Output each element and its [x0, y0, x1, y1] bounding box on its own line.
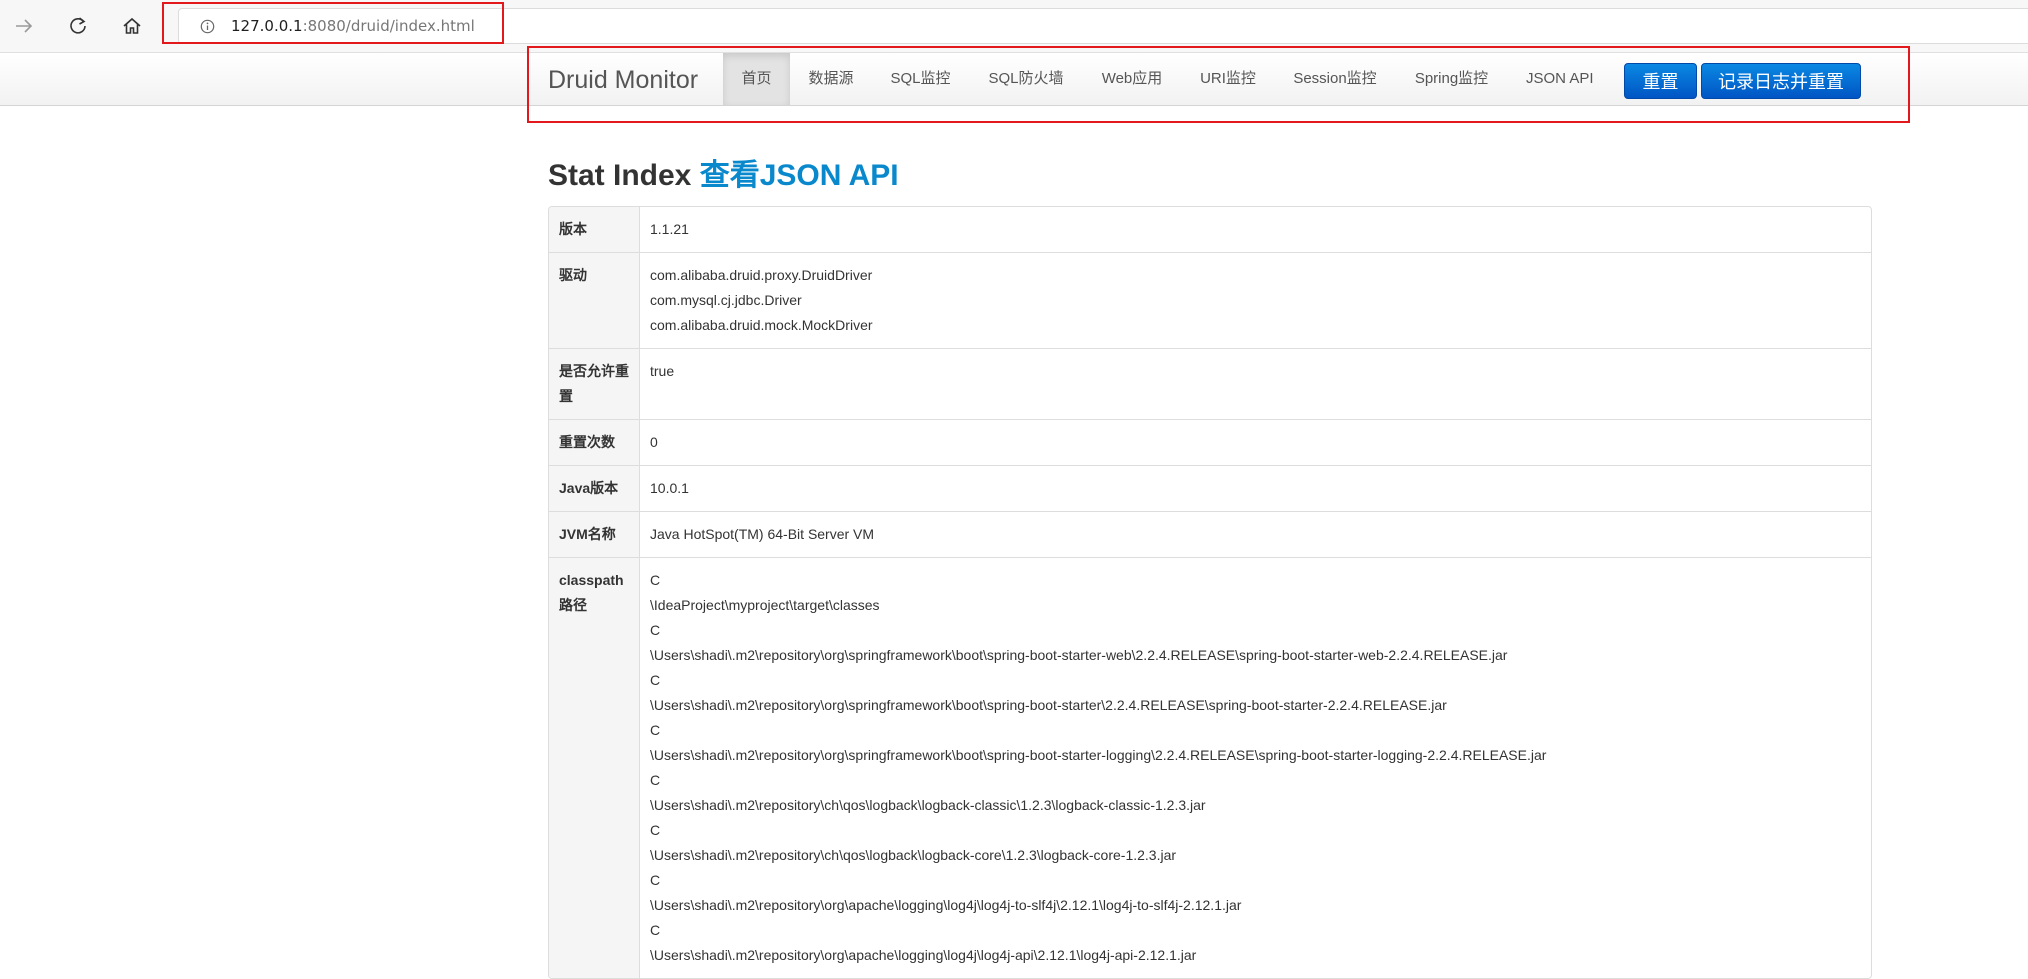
classpath-item: C [650, 872, 661, 888]
jvm-name-label: JVM名称 [549, 511, 640, 557]
table-row: classpath路径 C \IdeaProject\myproject\tar… [549, 557, 1871, 978]
classpath-label: classpath路径 [549, 557, 640, 978]
nav-item-session-monitor[interactable]: Session监控 [1275, 53, 1395, 105]
nav-item-home[interactable]: 首页 [723, 53, 790, 105]
classpath-item: \IdeaProject\myproject\target\classes [650, 597, 880, 613]
nav-item-sql-firewall[interactable]: SQL防火墙 [969, 53, 1083, 105]
json-api-link[interactable]: 查看JSON API [700, 159, 899, 192]
page-title: Stat Index 查看JSON API [548, 150, 899, 194]
table-row: 版本 1.1.21 [549, 207, 1871, 252]
table-row: JVM名称 Java HotSpot(TM) 64-Bit Server VM [549, 511, 1871, 557]
classpath-item: C [650, 622, 661, 638]
reload-icon[interactable] [64, 12, 92, 40]
address-bar[interactable]: 127.0.0.1:8080/druid/index.html [178, 8, 2028, 44]
classpath-value: C \IdeaProject\myproject\target\classes … [640, 557, 1871, 978]
forward-icon[interactable] [10, 12, 38, 40]
table-row: 驱动 com.alibaba.druid.proxy.DruidDriver c… [549, 252, 1871, 348]
driver-item: com.alibaba.druid.mock.MockDriver [650, 317, 873, 333]
classpath-item: \Users\shadi\.m2\repository\ch\qos\logba… [650, 797, 1206, 813]
java-version-label: Java版本 [549, 465, 640, 511]
info-icon[interactable] [199, 18, 215, 34]
classpath-item: C [650, 822, 661, 838]
nav-item-spring-monitor[interactable]: Spring监控 [1395, 53, 1508, 105]
url-host: 127.0.0.1 [231, 17, 303, 35]
driver-item: com.mysql.cj.jdbc.Driver [650, 292, 802, 308]
classpath-item: \Users\shadi\.m2\repository\org\springfr… [650, 697, 1447, 713]
classpath-item: \Users\shadi\.m2\repository\org\springfr… [650, 747, 1547, 763]
classpath-item: C [650, 572, 661, 588]
brand-logo-text[interactable]: Druid Monitor [548, 66, 698, 95]
nav-item-web-app[interactable]: Web应用 [1083, 53, 1181, 105]
page-title-text: Stat Index [548, 159, 692, 192]
reset-count-value: 0 [640, 419, 1871, 465]
reset-button[interactable]: 重置 [1624, 63, 1697, 99]
reset-enable-label: 是否允许重置 [549, 348, 640, 419]
classpath-item: C [650, 672, 661, 688]
nav-item-uri-monitor[interactable]: URI监控 [1181, 53, 1275, 105]
classpath-item: \Users\shadi\.m2\repository\org\apache\l… [650, 897, 1242, 913]
classpath-item: C [650, 722, 661, 738]
nav-item-datasource[interactable]: 数据源 [790, 53, 872, 105]
java-version-value: 10.0.1 [640, 465, 1871, 511]
browser-toolbar: 127.0.0.1:8080/druid/index.html [0, 0, 2028, 53]
drivers-label: 驱动 [549, 252, 640, 348]
classpath-item: \Users\shadi\.m2\repository\ch\qos\logba… [650, 847, 1177, 863]
version-value: 1.1.21 [650, 221, 689, 237]
jvm-name-value: Java HotSpot(TM) 64-Bit Server VM [640, 511, 1871, 557]
nav-item-sql-monitor[interactable]: SQL监控 [872, 53, 969, 105]
home-icon[interactable] [118, 12, 146, 40]
nav-item-json-api[interactable]: JSON API [1508, 53, 1608, 105]
driver-item: com.alibaba.druid.proxy.DruidDriver [650, 267, 873, 283]
stat-index-table: 版本 1.1.21 驱动 com.alibaba.druid.proxy.Dru… [548, 206, 1872, 979]
log-and-reset-button[interactable]: 记录日志并重置 [1701, 63, 1861, 99]
version-label: 版本 [549, 207, 640, 252]
classpath-item: \Users\shadi\.m2\repository\org\springfr… [650, 647, 1508, 663]
table-row: 是否允许重置 true [549, 348, 1871, 419]
table-row: Java版本 10.0.1 [549, 465, 1871, 511]
table-row: 重置次数 0 [549, 419, 1871, 465]
classpath-item: C [650, 772, 661, 788]
classpath-item: \Users\shadi\.m2\repository\org\apache\l… [650, 947, 1197, 963]
classpath-item: C [650, 922, 661, 938]
druid-navbar: Druid Monitor 首页 数据源 SQL监控 SQL防火墙 Web应用 … [0, 53, 2028, 106]
reset-enable-value: true [640, 348, 1871, 419]
url-text[interactable]: 127.0.0.1:8080/druid/index.html [231, 17, 475, 35]
url-path: :8080/druid/index.html [302, 17, 475, 35]
drivers-value: com.alibaba.druid.proxy.DruidDriver com.… [640, 252, 1871, 348]
reset-count-label: 重置次数 [549, 419, 640, 465]
